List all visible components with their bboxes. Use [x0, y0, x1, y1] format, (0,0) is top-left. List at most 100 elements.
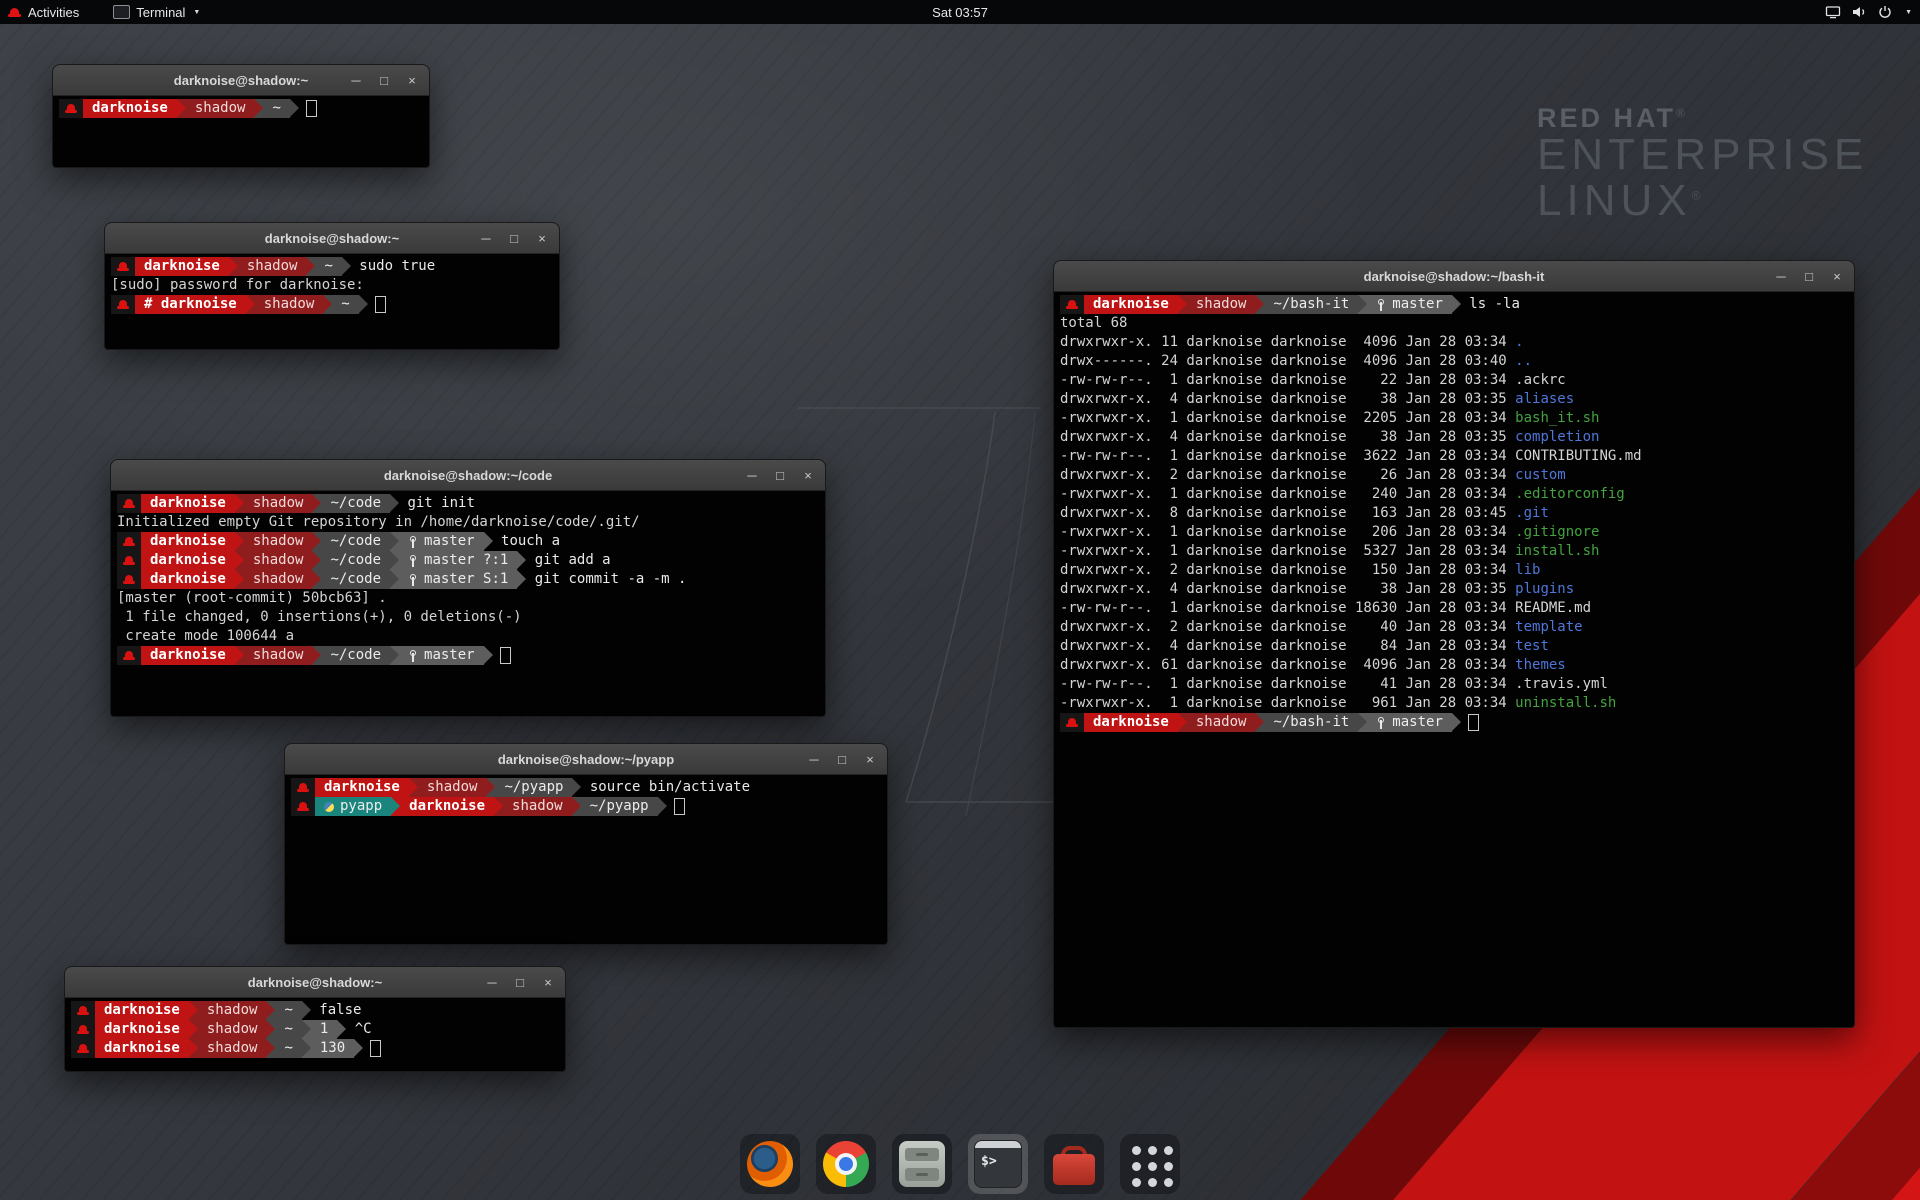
terminal-line: -rw-rw-r--. 1 darknoise darknoise 22 Jan… — [1060, 371, 1848, 390]
terminal-line: darknoiseshadow~ sudo true — [111, 257, 553, 276]
powerline-arrow-icon — [290, 99, 299, 118]
terminal-line: -rw-rw-r--. 1 darknoise darknoise 18630 … — [1060, 599, 1848, 618]
terminal-viewport[interactable]: darknoiseshadow~/pyapp source bin/activa… — [285, 775, 887, 944]
dock-item-toolbox[interactable] — [1044, 1134, 1104, 1194]
terminal-viewport[interactable]: darknoiseshadow~/code git initInitialize… — [111, 491, 825, 716]
prompt-user-segment: darknoise — [1084, 295, 1178, 314]
close-button[interactable]: × — [801, 469, 815, 482]
toolbox-icon — [1051, 1141, 1097, 1187]
window-titlebar[interactable]: darknoise@shadow:~ ─ □ × — [53, 65, 429, 96]
terminal-text: uninstall.sh — [1515, 694, 1616, 713]
terminal-line: # darknoiseshadow~ — [111, 295, 553, 314]
dock-item-chrome[interactable] — [816, 1134, 876, 1194]
prompt-distro-segment — [71, 1001, 95, 1020]
minimize-button[interactable]: ─ — [807, 753, 821, 766]
terminal-text: plugins — [1515, 580, 1574, 599]
close-button[interactable]: × — [863, 753, 877, 766]
dock-item-terminal[interactable]: $> — [968, 1134, 1028, 1194]
redhat-icon — [297, 802, 309, 811]
powerline-arrow-icon — [189, 1039, 198, 1058]
terminal-app-icon — [113, 5, 130, 19]
terminal-cursor — [306, 100, 317, 117]
terminal-cursor — [1468, 714, 1479, 731]
maximize-button[interactable]: □ — [513, 976, 527, 989]
prompt-path-segment: ~ — [263, 99, 289, 118]
powerline-arrow-icon — [235, 570, 244, 589]
terminal-text: .gitignore — [1515, 523, 1599, 542]
terminal-viewport[interactable]: darknoiseshadow~/bash-itmaster ls -latot… — [1054, 292, 1854, 1027]
maximize-button[interactable]: □ — [377, 74, 391, 87]
terminal-text: . — [1515, 333, 1523, 352]
window-titlebar[interactable]: darknoise@shadow:~/code ─ □ × — [111, 460, 825, 491]
prompt-distro-segment — [117, 570, 141, 589]
terminal-text: .editorconfig — [1515, 485, 1625, 504]
close-button[interactable]: × — [541, 976, 555, 989]
terminal-line: total 68 — [1060, 314, 1848, 333]
minimize-button[interactable]: ─ — [479, 232, 493, 245]
prompt-user-segment: darknoise — [135, 257, 229, 276]
prompt-distro-segment — [59, 99, 83, 118]
terminal-line: [sudo] password for darknoise: — [111, 276, 553, 295]
minimize-button[interactable]: ─ — [349, 74, 363, 87]
redhat-icon — [1066, 718, 1078, 727]
terminal-viewport[interactable]: darknoiseshadow~ falsedarknoiseshadow~1 … — [65, 998, 565, 1071]
powerline-arrow-icon — [391, 797, 400, 816]
prompt-git-segment: master — [399, 532, 484, 551]
app-menu-terminal[interactable]: Terminal ▼ — [113, 5, 200, 20]
window-titlebar[interactable]: darknoise@shadow:~/pyapp ─ □ × — [285, 744, 887, 775]
terminal-text: -rwxrwxr-x. 1 darknoise darknoise 961 Ja… — [1060, 694, 1515, 713]
maximize-button[interactable]: □ — [507, 232, 521, 245]
window-titlebar[interactable]: darknoise@shadow:~ ─ □ × — [65, 967, 565, 998]
redhat-icon — [123, 575, 135, 584]
dock-item-show-applications[interactable] — [1120, 1134, 1180, 1194]
minimize-button[interactable]: ─ — [485, 976, 499, 989]
terminal-viewport[interactable]: darknoiseshadow~ — [53, 96, 429, 167]
activities-button[interactable]: Activities — [0, 5, 79, 20]
terminal-text: 1 file changed, 0 insertions(+), 0 delet… — [117, 608, 522, 627]
close-button[interactable]: × — [535, 232, 549, 245]
terminal-text: total 68 — [1060, 314, 1127, 333]
terminal-line: drwxrwxr-x. 11 darknoise darknoise 4096 … — [1060, 333, 1848, 352]
dock-item-firefox[interactable] — [740, 1134, 800, 1194]
terminal-line: [master (root-commit) 50bcb63] . — [117, 589, 819, 608]
files-icon — [899, 1141, 945, 1187]
maximize-button[interactable]: □ — [1802, 270, 1816, 283]
powerline-arrow-icon — [229, 257, 238, 276]
terminal-text: bash_it.sh — [1515, 409, 1599, 428]
close-button[interactable]: × — [405, 74, 419, 87]
registered-mark: ® — [1692, 188, 1706, 202]
window-titlebar[interactable]: darknoise@shadow:~/bash-it ─ □ × — [1054, 261, 1854, 292]
minimize-button[interactable]: ─ — [745, 469, 759, 482]
terminal-text: -rwxrwxr-x. 1 darknoise darknoise 240 Ja… — [1060, 485, 1515, 504]
power-icon — [1877, 4, 1893, 20]
window-titlebar[interactable]: darknoise@shadow:~ ─ □ × — [105, 223, 559, 254]
terminal-line: drwxrwxr-x. 8 darknoise darknoise 163 Ja… — [1060, 504, 1848, 523]
maximize-button[interactable]: □ — [835, 753, 849, 766]
branch-icon — [408, 555, 418, 567]
rhel-logo: RED HAT® ENTERPRISE LINUX® — [1537, 104, 1868, 224]
powerline-arrow-icon — [1178, 713, 1187, 732]
terminal-text: lib — [1515, 561, 1540, 580]
terminal-text: git add a — [526, 551, 610, 570]
powerline-arrow-icon — [354, 1039, 363, 1058]
terminal-text: -rwxrwxr-x. 1 darknoise darknoise 206 Ja… — [1060, 523, 1515, 542]
maximize-button[interactable]: □ — [773, 469, 787, 482]
terminal-text: .git — [1515, 504, 1549, 523]
terminal-text: install.sh — [1515, 542, 1599, 561]
terminal-prompt-glyph: $> — [981, 1154, 997, 1169]
terminal-window-sudo: darknoise@shadow:~ ─ □ × darknoiseshadow… — [104, 222, 560, 350]
minimize-button[interactable]: ─ — [1774, 270, 1788, 283]
close-button[interactable]: × — [1830, 270, 1844, 283]
dock-item-files[interactable] — [892, 1134, 952, 1194]
terminal-line: -rwxrwxr-x. 1 darknoise darknoise 5327 J… — [1060, 542, 1848, 561]
terminal-viewport[interactable]: darknoiseshadow~ sudo true[sudo] passwor… — [105, 254, 559, 349]
clock[interactable]: Sat 03:57 — [932, 5, 988, 20]
system-status-area[interactable]: ▼ — [1825, 4, 1912, 20]
prompt-distro-segment — [111, 257, 135, 276]
terminal-window-code: darknoise@shadow:~/code ─ □ × darknoises… — [110, 459, 826, 717]
prompt-path-segment: ~/bash-it — [1264, 295, 1358, 314]
powerline-arrow-icon — [517, 570, 526, 589]
redhat-icon — [123, 556, 135, 565]
powerline-arrow-icon — [390, 570, 399, 589]
volume-icon — [1851, 4, 1867, 20]
